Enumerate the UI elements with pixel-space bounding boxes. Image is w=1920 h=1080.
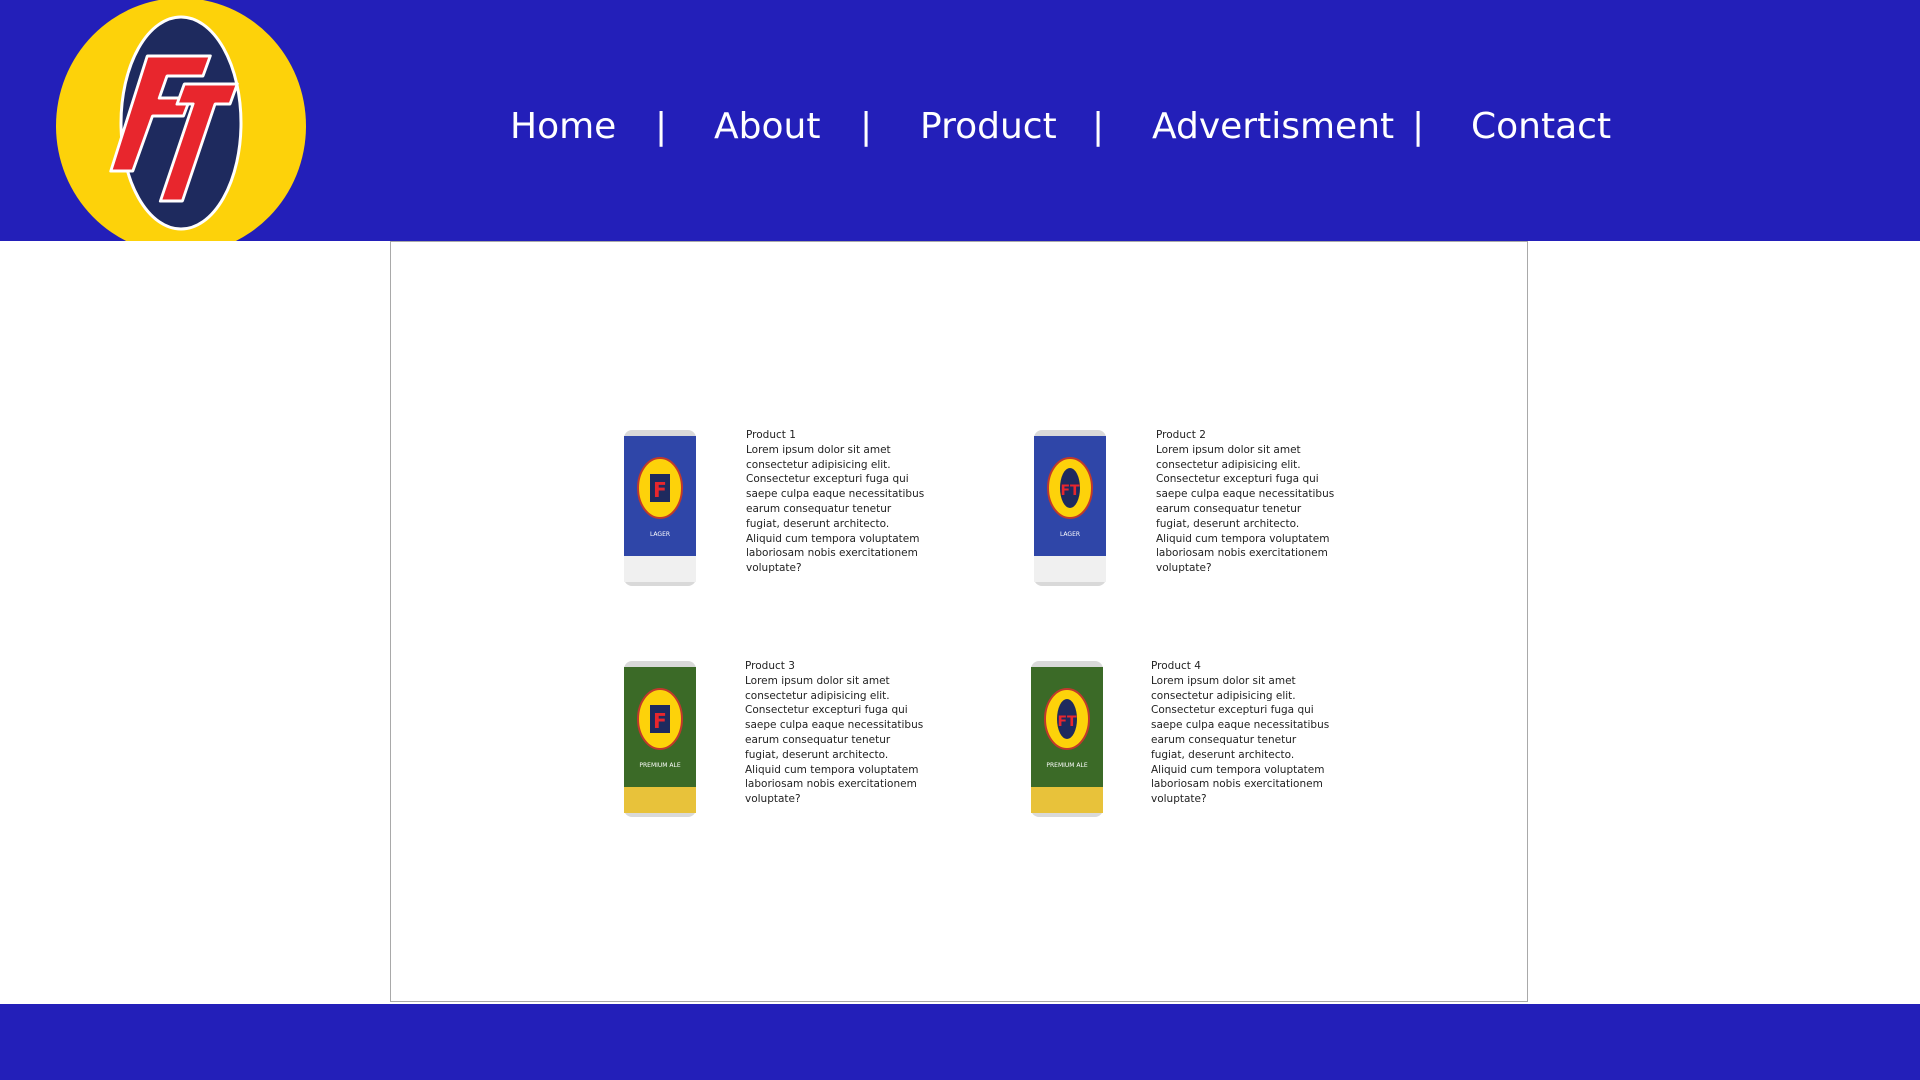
nav-product-link[interactable]: Product (920, 100, 1057, 154)
svg-text:FT: FT (1060, 483, 1080, 499)
svg-text:PREMIUM ALE: PREMIUM ALE (639, 762, 680, 769)
nav-separator: | (860, 106, 873, 147)
product-title: Product 2 (1156, 429, 1206, 441)
product-description: Lorem ipsum dolor sit amet consectetur a… (745, 674, 924, 806)
product-description: Lorem ipsum dolor sit amet consectetur a… (1156, 443, 1335, 575)
site-footer (0, 1004, 1920, 1080)
product-description: Lorem ipsum dolor sit amet consectetur a… (746, 443, 925, 575)
product-info: Product 4 Lorem ipsum dolor sit amet con… (1151, 659, 1331, 807)
beer-can-image[interactable]: F LAGER (620, 428, 700, 588)
svg-text:FT: FT (1057, 714, 1077, 730)
nav-about-link[interactable]: About (714, 100, 820, 154)
svg-text:F: F (653, 709, 667, 733)
nav-contact-link[interactable]: Contact (1471, 100, 1611, 154)
nav-advertisment-link[interactable]: Advertisment (1152, 100, 1394, 154)
product-panel: F LAGER Product 1 Lorem ipsum dolor sit … (390, 241, 1528, 1002)
beer-can-image[interactable]: FT PREMIUM ALE (1027, 659, 1107, 819)
beer-can-icon: F LAGER (624, 430, 696, 586)
svg-text:LAGER: LAGER (650, 531, 670, 538)
product-title: Product 3 (745, 660, 795, 672)
svg-text:F: F (653, 478, 667, 502)
product-info: Product 1 Lorem ipsum dolor sit amet con… (746, 428, 926, 576)
product-info: Product 3 Lorem ipsum dolor sit amet con… (745, 659, 925, 807)
svg-text:LAGER: LAGER (1060, 531, 1080, 538)
nav-separator: | (1412, 106, 1425, 147)
main-nav: Home | About | Product | Advertisment | … (0, 100, 1920, 154)
site-header: Home | About | Product | Advertisment | … (0, 0, 1920, 241)
product-info: Product 2 Lorem ipsum dolor sit amet con… (1156, 428, 1336, 576)
beer-can-icon: FT LAGER (1034, 430, 1106, 586)
product-title: Product 4 (1151, 660, 1201, 672)
beer-can-image[interactable]: F PREMIUM ALE (620, 659, 700, 819)
nav-separator: | (1092, 106, 1105, 147)
beer-can-icon: F PREMIUM ALE (624, 661, 696, 817)
nav-home-link[interactable]: Home (510, 100, 616, 154)
beer-can-icon: FT PREMIUM ALE (1031, 661, 1103, 817)
nav-separator: | (655, 106, 668, 147)
product-description: Lorem ipsum dolor sit amet consectetur a… (1151, 674, 1330, 806)
beer-can-image[interactable]: FT LAGER (1030, 428, 1110, 588)
svg-text:PREMIUM ALE: PREMIUM ALE (1046, 762, 1087, 769)
product-title: Product 1 (746, 429, 796, 441)
